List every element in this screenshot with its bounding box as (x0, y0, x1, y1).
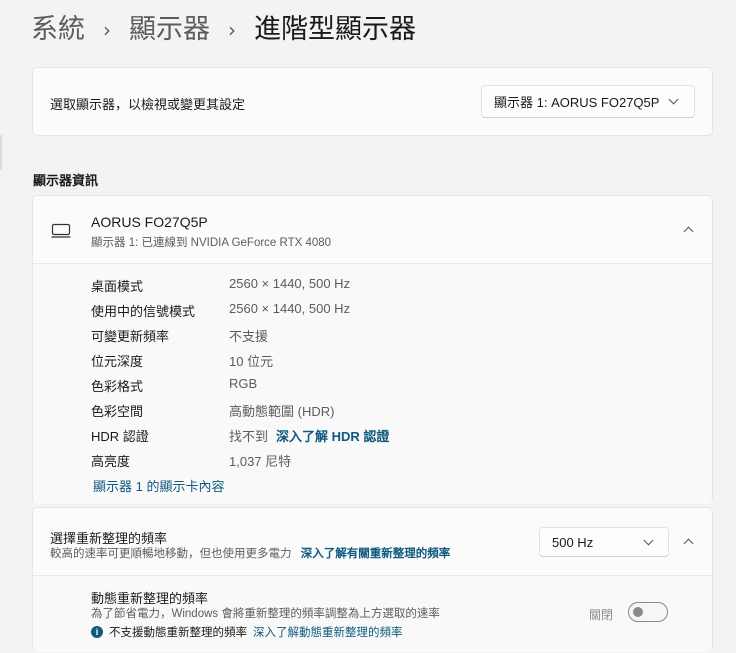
info-value: 高動態範圍 (HDR) (229, 404, 335, 419)
chevron-up-icon (683, 226, 694, 237)
display-info-card: AORUS FO27Q5P 顯示器 1: 已連線到 NVIDIA GeForce… (32, 195, 713, 504)
refresh-rate-description: 較高的速率可更順暢地移動，但也使用更多電力 (50, 548, 292, 560)
dynamic-refresh-toggle[interactable] (628, 602, 668, 622)
info-key: 使用中的信號模式 (91, 304, 196, 319)
chevron-down-icon (668, 94, 679, 105)
display-info-header[interactable]: AORUS FO27Q5P 顯示器 1: 已連線到 NVIDIA GeForce… (33, 196, 712, 264)
display-info-body: 桌面模式 2560 × 1440, 500 Hz 使用中的信號模式 2560 ×… (33, 264, 712, 504)
refresh-rate-card: 選擇重新整理的頻率 較高的速率可更順暢地移動，但也使用更多電力 深入了解有關重新… (32, 507, 713, 652)
page-title: 進階型顯示器 (254, 14, 416, 45)
monitor-icon (51, 223, 71, 238)
breadcrumb-system[interactable]: 系統 (31, 12, 85, 48)
hdr-learn-more-link[interactable]: 深入了解 HDR 認證 (276, 426, 389, 446)
info-value: 1,037 尼特 (229, 454, 292, 469)
monitor-subtitle: 顯示器 1: 已連線到 NVIDIA GeForce RTX 4080 (91, 237, 332, 249)
dynamic-refresh-note-text: 不支援動態重新整理的頻率 (109, 627, 247, 639)
info-key: 桌面模式 (91, 279, 144, 294)
info-row-color-space: 色彩空間 高動態範圍 (HDR) (91, 401, 334, 421)
breadcrumb: 系統 › 顯示器 › 進階型顯示器 (31, 12, 416, 48)
refresh-rate-header: 選擇重新整理的頻率 較高的速率可更順暢地移動，但也使用更多電力 深入了解有關重新… (33, 508, 712, 576)
refresh-rate-value: 500 Hz (552, 534, 594, 550)
info-key: 色彩格式 (91, 379, 144, 394)
info-row-color-format: 色彩格式 RGB (91, 376, 257, 396)
display-select-value: 顯示器 1: AORUS FO27Q5P (494, 95, 660, 110)
info-key: 位元深度 (91, 354, 144, 369)
collapse-display-info-button[interactable] (673, 215, 703, 245)
chevron-up-icon (683, 538, 694, 549)
info-row-vrr: 可變更新頻率 不支援 (91, 326, 268, 346)
info-row-bit-depth: 位元深度 10 位元 (91, 351, 273, 371)
display-select-dropdown[interactable]: 顯示器 1: AORUS FO27Q5P (481, 85, 695, 118)
refresh-rate-dropdown[interactable]: 500 Hz (539, 527, 669, 557)
dynamic-refresh-note: i 不支援動態重新整理的頻率 深入了解動態重新整理的頻率 (91, 624, 403, 640)
chevron-down-icon (643, 535, 654, 546)
refresh-learn-more-link[interactable]: 深入了解有關重新整理的頻率 (301, 548, 451, 560)
breadcrumb-separator: › (103, 18, 111, 42)
info-row-hdr-cert: HDR 認證 找不到 深入了解 HDR 認證 (91, 426, 389, 446)
info-key: 可變更新頻率 (91, 329, 170, 344)
info-icon: i (91, 626, 103, 638)
info-value: 2560 × 1440, 500 Hz (229, 276, 351, 291)
info-value: 2560 × 1440, 500 Hz (229, 301, 351, 316)
adapter-properties-link[interactable]: 顯示器 1 的顯示卡內容 (93, 476, 224, 496)
dynamic-refresh-learn-more-link[interactable]: 深入了解動態重新整理的頻率 (253, 624, 403, 640)
info-value: RGB (229, 376, 258, 391)
collapse-refresh-button[interactable] (673, 527, 703, 557)
toggle-knob (633, 607, 643, 617)
dynamic-refresh-toggle-label: 關閉 (589, 608, 614, 622)
adapter-properties-row: 顯示器 1 的顯示卡內容 (93, 476, 224, 496)
info-key: 高亮度 (91, 454, 131, 469)
info-value: 不支援 (229, 329, 269, 344)
info-row-peak-brightness: 高亮度 1,037 尼特 (91, 451, 291, 471)
breadcrumb-display[interactable]: 顯示器 (129, 12, 210, 48)
dynamic-refresh-subtitle: 為了節省電力，Windows 會將重新整理的頻率調整為上方選取的速率 (91, 608, 440, 620)
window-edge-marker (0, 135, 2, 170)
info-value: 找不到 (229, 429, 269, 444)
info-row-signal-mode: 使用中的信號模式 2560 × 1440, 500 Hz (91, 301, 350, 321)
dynamic-refresh-section: 動態重新整理的頻率 為了節省電力，Windows 會將重新整理的頻率調整為上方選… (33, 576, 712, 652)
breadcrumb-separator: › (228, 18, 236, 42)
monitor-name: AORUS FO27Q5P (91, 214, 208, 230)
info-key: 色彩空間 (91, 404, 144, 419)
select-display-card: 選取顯示器，以檢視或變更其設定 顯示器 1: AORUS FO27Q5P (32, 67, 713, 136)
select-display-label: 選取顯示器，以檢視或變更其設定 (50, 97, 246, 112)
info-value: 10 位元 (229, 354, 274, 369)
info-row-desktop-mode: 桌面模式 2560 × 1440, 500 Hz (91, 276, 350, 296)
refresh-rate-subtitle: 較高的速率可更順暢地移動，但也使用更多電力 深入了解有關重新整理的頻率 (50, 545, 450, 561)
section-title-display-info: 顯示器資訊 (33, 173, 99, 188)
info-key: HDR 認證 (91, 429, 149, 444)
